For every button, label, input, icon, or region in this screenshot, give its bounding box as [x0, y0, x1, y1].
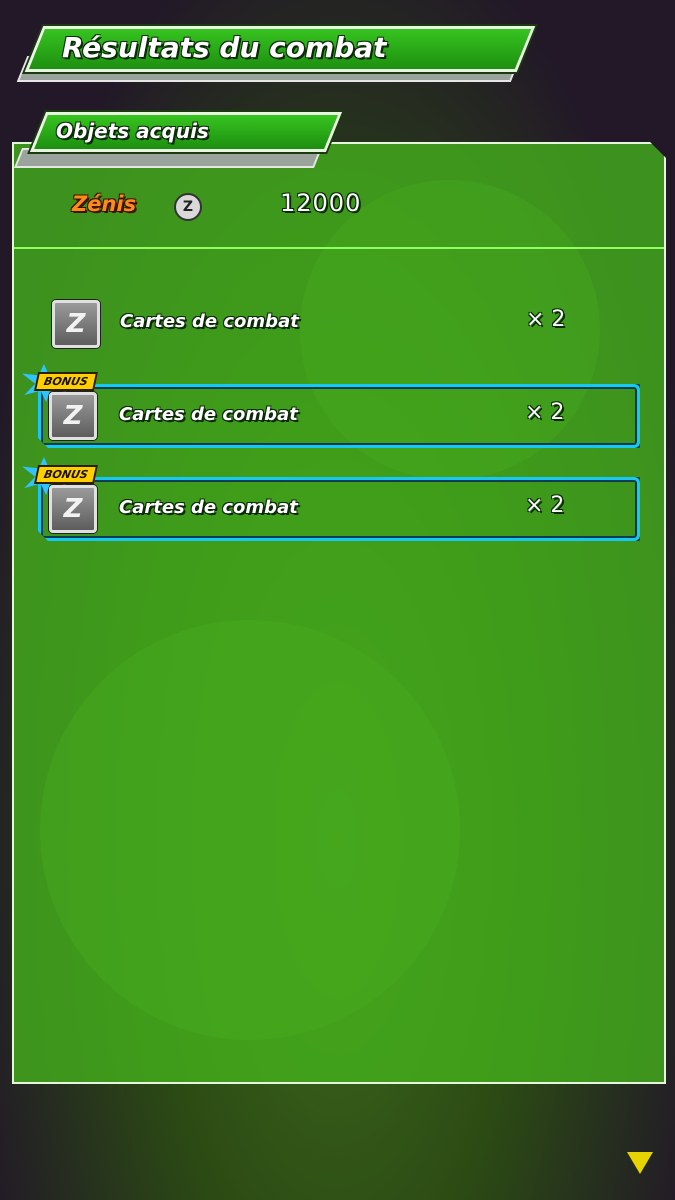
zenis-value: 12000 [280, 189, 362, 217]
section-title: Objets acquis [56, 119, 209, 143]
results-panel: Zénis Z 12000 Z Cartes de combat × 2 Z C… [12, 142, 666, 1084]
item-quantity: × 2 [525, 493, 565, 518]
z-card-icon: Z [52, 300, 100, 348]
item-label: Cartes de combat [120, 311, 299, 332]
page-title: Résultats du combat [62, 31, 387, 64]
zenis-label: Zénis [72, 192, 137, 216]
item-quantity: × 2 [525, 400, 565, 425]
item-label: Cartes de combat [119, 497, 298, 518]
bonus-label: BONUS [33, 465, 98, 484]
reward-item-bonus[interactable]: Z Cartes de combat × 2 [38, 384, 640, 448]
item-quantity: × 2 [526, 307, 566, 332]
reward-item-bonus[interactable]: Z Cartes de combat × 2 [38, 477, 640, 541]
bonus-badge: BONUS [22, 457, 102, 495]
bonus-label: BONUS [33, 372, 98, 391]
divider [14, 247, 664, 249]
zeni-coin-icon: Z [174, 193, 202, 221]
item-label: Cartes de combat [119, 404, 298, 425]
reward-item[interactable]: Z Cartes de combat × 2 [42, 294, 638, 352]
bonus-badge: BONUS [22, 364, 102, 402]
